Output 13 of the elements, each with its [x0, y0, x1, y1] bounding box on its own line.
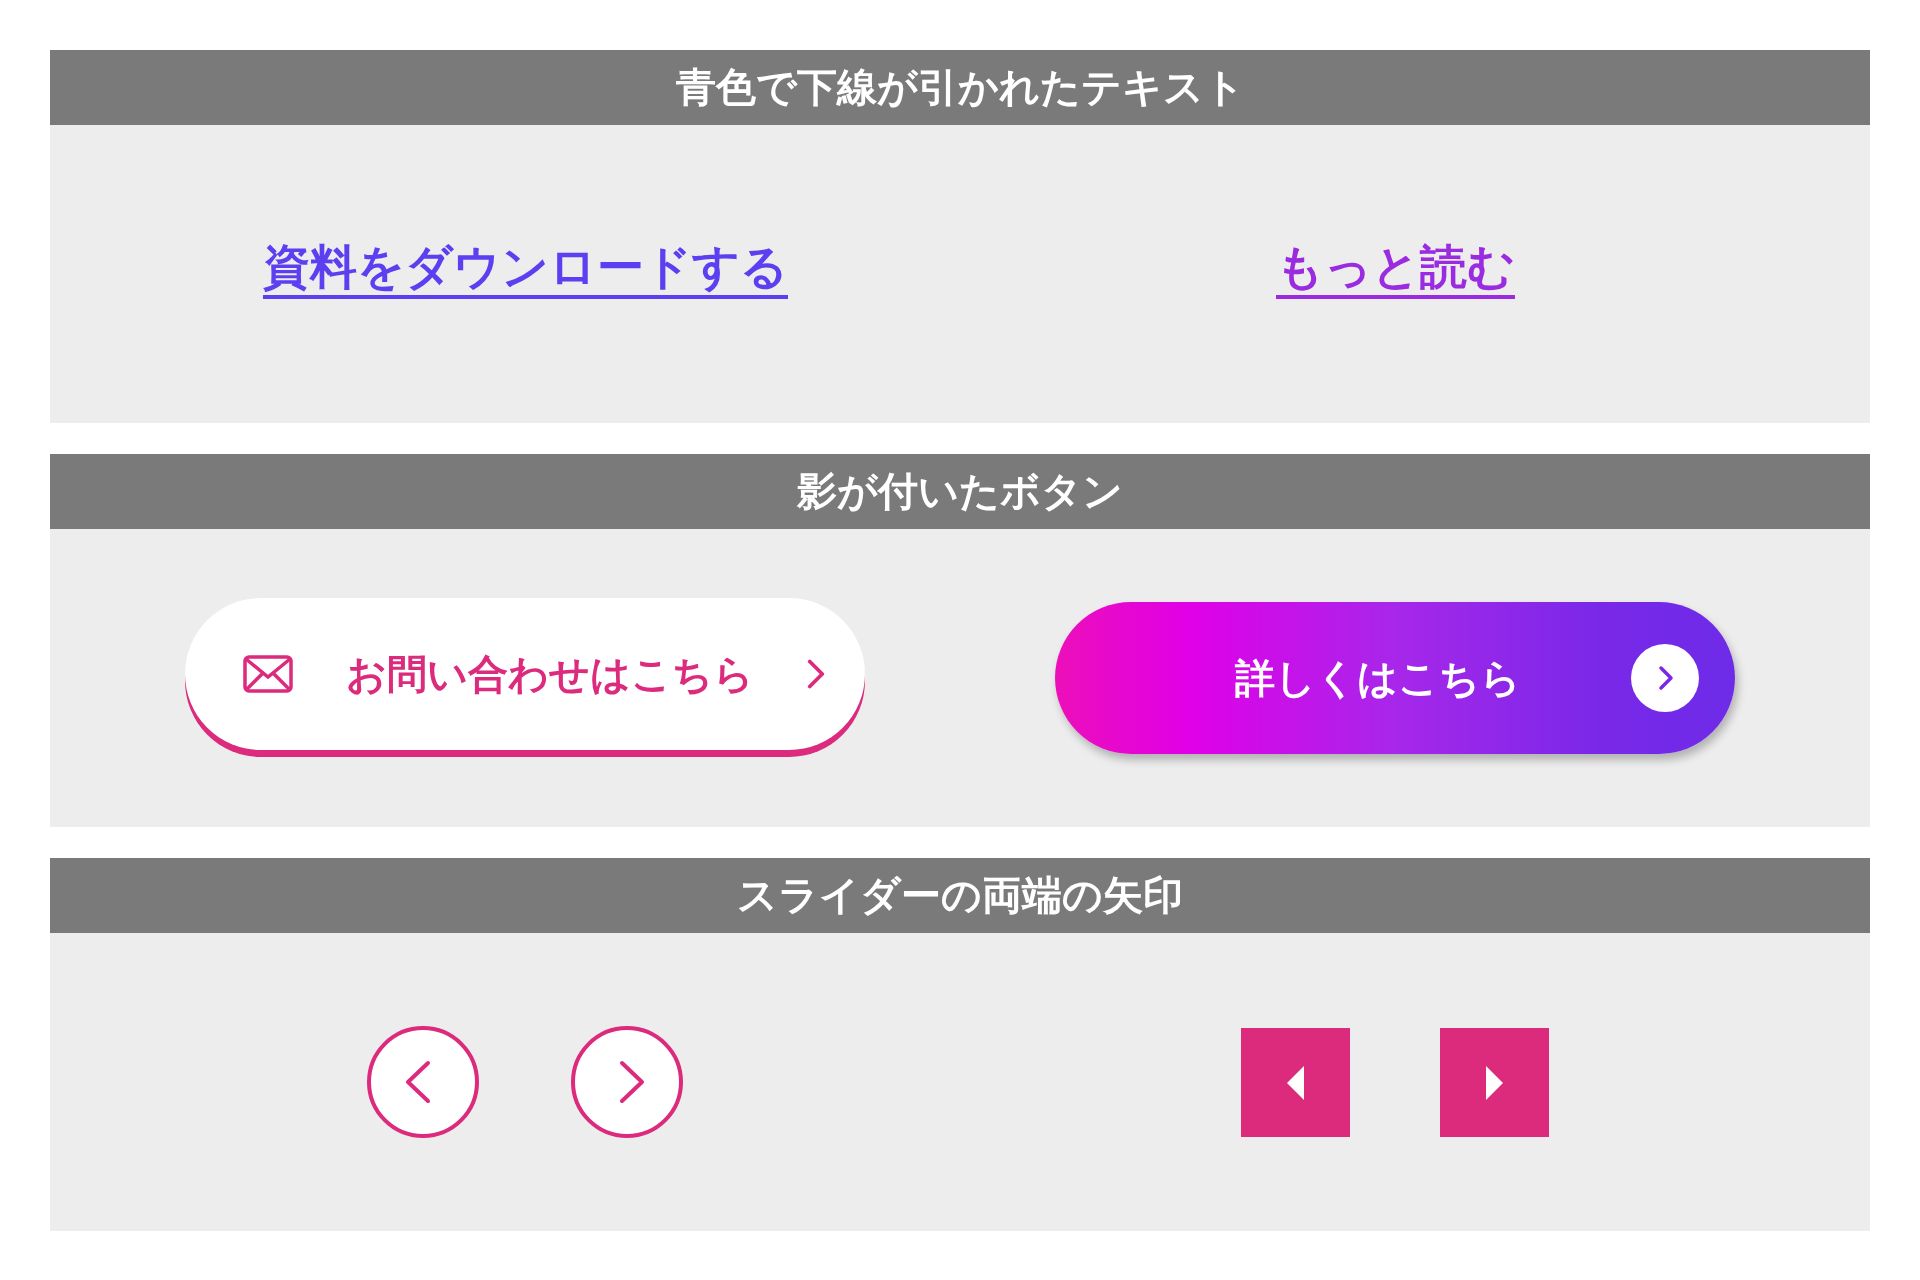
- previous-arrow-button[interactable]: [366, 1025, 480, 1139]
- text-link[interactable]: 資料をダウンロードする: [262, 238, 788, 300]
- section-title: スライダーの両端の矢印: [50, 858, 1870, 933]
- next-arrow-button[interactable]: [1440, 1027, 1549, 1137]
- section-title: 影が付いたボタン: [50, 454, 1870, 529]
- envelope-icon: [243, 655, 293, 693]
- chevron-right-icon: [807, 659, 825, 689]
- next-arrow-button[interactable]: [570, 1025, 684, 1139]
- section-title: 青色で下線が引かれたテキスト: [50, 50, 1870, 125]
- text-link[interactable]: もっと読む: [1275, 238, 1515, 300]
- details-button[interactable]: 詳しくはこちら: [1055, 602, 1735, 754]
- previous-arrow-button[interactable]: [1241, 1027, 1350, 1137]
- chevron-circle-icon: [1631, 644, 1699, 712]
